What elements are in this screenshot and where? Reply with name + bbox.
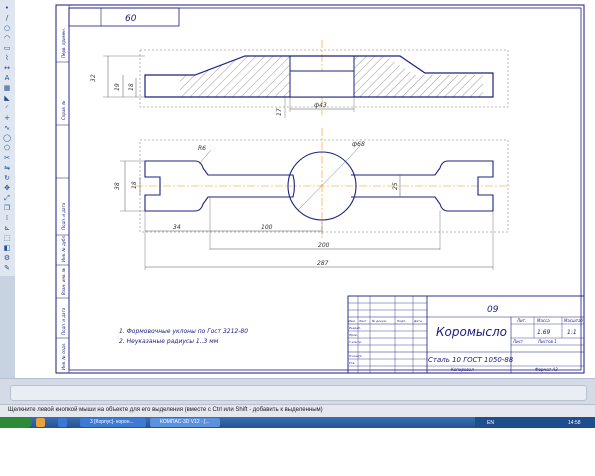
select-icon[interactable]: ⬚ [2,234,12,242]
mirror-icon[interactable]: ⇋ [2,164,12,172]
row-label-4: Дата [413,319,422,323]
stamp-5: Подп. и дата [61,307,66,335]
left-toolbar: • / ○ ◠ ▭ ⌇ ↔ A ▦ ◣ ◜ + ∿ ◯ ⬠ ✂ ⇋ ↻ ✥ ⤢ … [0,0,16,276]
dim-25: 25 [392,182,399,190]
dim-287: 287 [317,260,329,267]
stamp-2: Подп. и дата [61,202,66,230]
stamp-6: Инв. № подл. [61,342,66,370]
drawing-canvas[interactable]: 60 Перв. примен. Справ. № Подп. и дата И… [15,0,595,378]
corner-number: 60 [125,14,137,24]
stamp-3: Инв. № дубл. [61,235,66,262]
status-bar: Щелкните левой кнопкой мыши на объекте д… [0,404,595,418]
desktop-margin [0,428,595,476]
property-field[interactable] [10,385,587,401]
note-2: 2. Неуказаные радиусы 1..3 мм [119,338,219,345]
dim-19: 19 [114,83,121,91]
stamp-4: Взам. инв. № [61,268,66,295]
axis-icon[interactable]: + [2,114,12,122]
rectangle-icon[interactable]: ▭ [2,44,12,52]
format-label: Формат А3 [535,367,558,372]
trim-icon[interactable]: ✂ [2,154,12,162]
row-label-3: Подп. [397,319,406,323]
role-0: Разраб. [349,326,361,330]
status-message: Щелкните левой кнопкой мыши на объекте д… [8,407,323,413]
line-icon[interactable]: / [2,14,12,22]
role-2: Т.контр. [349,340,362,344]
part-name: Коромысло [436,325,507,339]
doc-code: 09 [487,305,499,315]
clock[interactable]: 14:58 [568,420,581,426]
property-panel [0,378,595,405]
sheet-label: Лист [512,339,524,344]
mass-value: 1.69 [537,329,551,336]
scale-icon[interactable]: ⤢ [2,194,12,202]
dim-34: 34 [173,224,181,231]
corner-stamp [68,7,180,27]
radius-r6: R6 [198,145,206,152]
ellipse-icon[interactable]: ◯ [2,134,12,142]
copy-icon[interactable]: ❐ [2,204,12,212]
pen-icon[interactable]: ✎ [2,264,12,272]
polygon-icon[interactable]: ⬠ [2,144,12,152]
fillet-icon[interactable]: ◜ [2,104,12,112]
row-label-1: Лист [358,319,367,323]
dim-100: 100 [261,224,273,231]
inner-frame [68,7,582,371]
layer-icon[interactable]: ◧ [2,244,12,252]
header-lit: Лит. [516,318,526,323]
dim-d43: ф43 [314,102,327,109]
drawing-sheet: 60 Перв. примен. Справ. № Подп. и дата И… [55,4,585,374]
dim-200: 200 [318,242,330,249]
role-4: Утв. [349,361,355,365]
row-label-2: № докум. [371,319,387,323]
chamfer-icon[interactable]: ◣ [2,94,12,102]
move-icon[interactable]: ✥ [2,184,12,192]
stamp-1: Справ. № [61,101,66,120]
hatch-icon[interactable]: ▦ [2,84,12,92]
task-button-kompas[interactable]: КОМПАС-3D V12 - [... [150,418,220,427]
material: Сталь 10 ГОСТ 1050-88 [428,356,514,364]
measure-icon[interactable]: ⊾ [2,224,12,232]
kompas-window: • / ○ ◠ ▭ ⌇ ↔ A ▦ ◣ ◜ + ∿ ◯ ⬠ ✂ ⇋ ↻ ✥ ⤢ … [0,0,595,418]
dim-32: 32 [90,74,97,82]
array-icon[interactable]: ⁞ [2,214,12,222]
dia-68: ф68 [352,141,365,148]
start-button[interactable] [0,417,32,428]
rotate-icon[interactable]: ↻ [2,174,12,182]
row-label-0: Изм. [349,319,356,323]
bore [289,70,355,98]
scale-value: 1:1 [567,329,577,336]
header-scale: Масштаб [564,318,584,323]
quicklaunch-icon-1[interactable] [36,418,45,427]
stamp-0: Перв. примен. [61,28,66,58]
dim-17: 17 [276,108,283,116]
point-icon[interactable]: • [2,4,12,12]
role-1: Пров. [349,333,358,337]
dim-18: 18 [128,83,135,91]
text-icon[interactable]: A [2,74,12,82]
role-3: Н.контр. [349,354,362,358]
spline-icon[interactable]: ∿ [2,124,12,132]
dimension-icon[interactable]: ↔ [2,64,12,72]
quicklaunch-icon-2[interactable] [58,418,67,427]
param-icon[interactable]: ⚙ [2,254,12,262]
dim-38: 38 [114,182,121,190]
note-1: 1. Формовочные уклоны по Гост 3212-80 [119,328,248,335]
arc-icon[interactable]: ◠ [2,34,12,42]
sheets-label: Листов 1 [537,339,557,344]
polyline-icon[interactable]: ⌇ [2,54,12,62]
header-mass: Масса [537,318,550,323]
task-button-folder[interactable]: 3 [Корпус]- корон... [80,418,146,427]
lang-indicator[interactable]: EN [487,420,494,426]
circle-icon[interactable]: ○ [2,24,12,32]
dim-18-front: 18 [131,181,138,189]
copied-label: Копировал [451,367,474,372]
